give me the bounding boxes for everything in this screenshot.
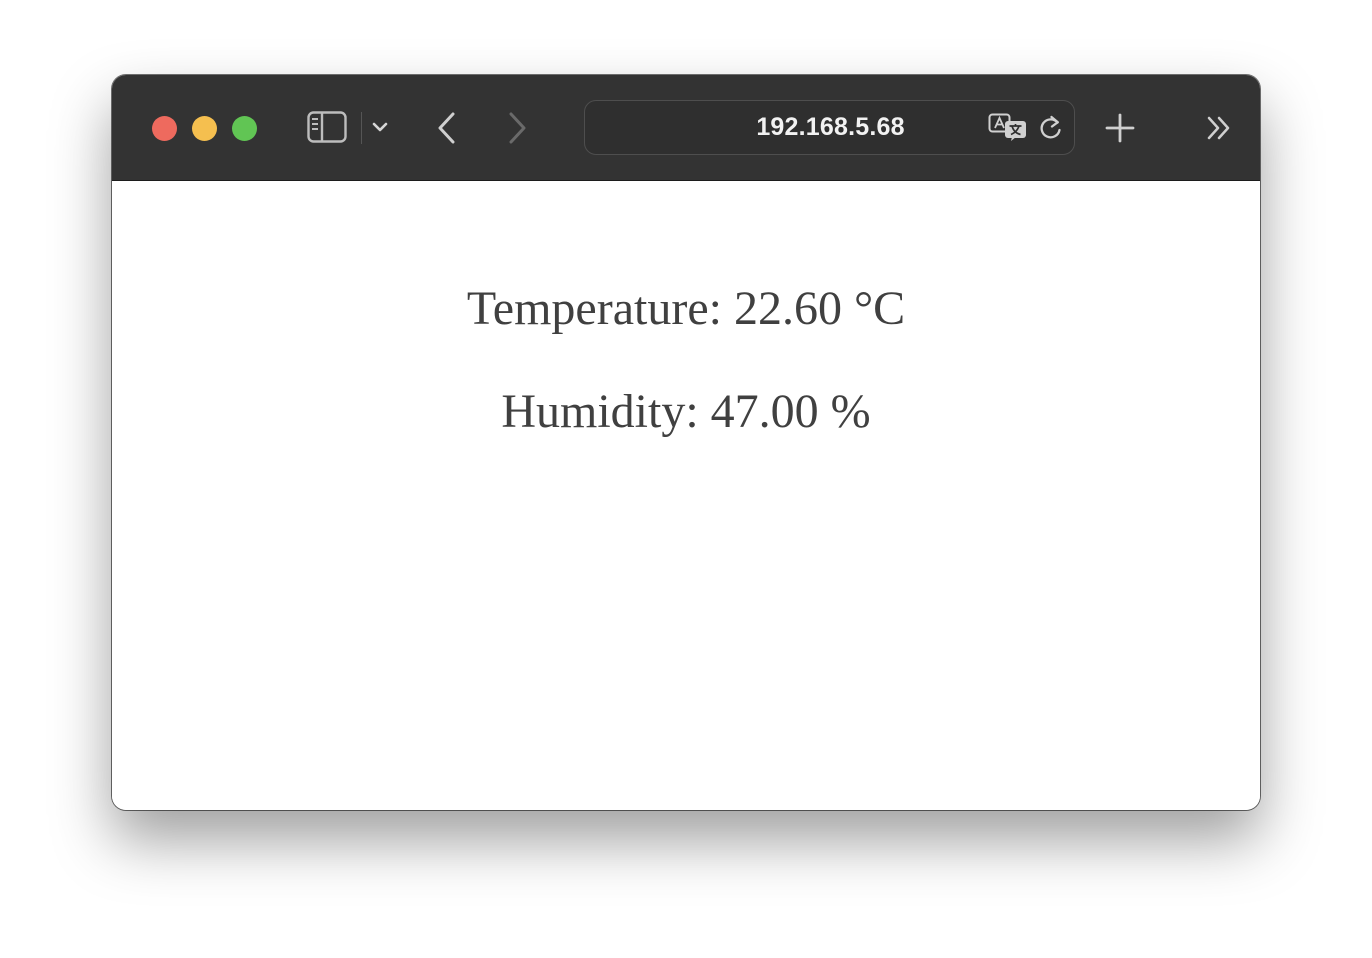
desktop-background: 192.168.5.68 Temperature: 22.60 °C Humid… <box>0 0 1372 958</box>
translate-icon[interactable] <box>988 113 1028 143</box>
browser-toolbar: 192.168.5.68 <box>112 75 1260 181</box>
minimize-window-button[interactable] <box>192 116 217 141</box>
browser-window: 192.168.5.68 Temperature: 22.60 °C Humid… <box>112 75 1260 810</box>
toolbar-divider <box>361 112 362 144</box>
double-chevron-right-icon[interactable] <box>1205 115 1233 141</box>
maximize-window-button[interactable] <box>232 116 257 141</box>
forward-arrow-icon[interactable] <box>505 111 529 145</box>
back-arrow-icon[interactable] <box>435 111 459 145</box>
address-bar[interactable]: 192.168.5.68 <box>584 100 1075 155</box>
sidebar-icon[interactable] <box>307 111 347 143</box>
plus-icon[interactable] <box>1104 112 1136 144</box>
page-content: Temperature: 22.60 °C Humidity: 47.00 % <box>112 181 1260 810</box>
close-window-button[interactable] <box>152 116 177 141</box>
reload-icon[interactable] <box>1038 114 1064 142</box>
chevron-down-icon[interactable] <box>370 119 390 135</box>
temperature-reading: Temperature: 22.60 °C <box>466 282 906 335</box>
humidity-reading: Humidity: 47.00 % <box>501 385 871 438</box>
